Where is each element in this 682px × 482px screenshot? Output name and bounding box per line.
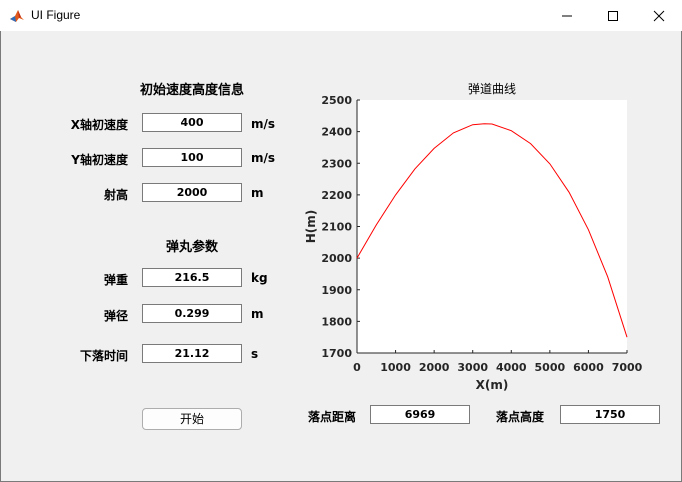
x-velocity-unit: m/s bbox=[251, 117, 276, 131]
velocity-section-title: 初始速度高度信息 bbox=[139, 83, 244, 98]
start-button[interactable]: 开始 bbox=[142, 408, 242, 430]
x-tick-label: 3000 bbox=[457, 361, 488, 374]
y-tick-label: 2200 bbox=[321, 189, 352, 202]
matlab-logo-icon bbox=[9, 8, 25, 24]
y-tick-label: 2400 bbox=[321, 126, 352, 139]
x-velocity-label: X轴初速度 bbox=[70, 118, 128, 132]
x-tick-label: 7000 bbox=[612, 361, 643, 374]
diameter-label: 弹径 bbox=[103, 309, 128, 323]
close-icon bbox=[653, 10, 665, 21]
height-label: 射高 bbox=[103, 188, 128, 202]
fall-time-field[interactable]: 21.12 bbox=[142, 344, 242, 363]
weight-unit: kg bbox=[251, 271, 268, 285]
title-bar: UI Figure bbox=[0, 0, 682, 31]
y-tick-label: 2500 bbox=[321, 94, 352, 107]
diameter-field[interactable]: 0.299 bbox=[142, 304, 242, 323]
fall-time-unit: s bbox=[251, 347, 259, 361]
y-tick-label: 1700 bbox=[321, 347, 352, 360]
x-tick-label: 6000 bbox=[573, 361, 604, 374]
diameter-unit: m bbox=[251, 307, 264, 321]
height-unit: m bbox=[251, 186, 264, 200]
y-tick-label: 1900 bbox=[321, 284, 352, 297]
y-axis-label: H(m) bbox=[304, 210, 318, 244]
fall-time-label: 下落时间 bbox=[79, 349, 128, 363]
x-tick-label: 2000 bbox=[419, 361, 450, 374]
maximize-button[interactable] bbox=[590, 0, 636, 31]
impact-distance-field[interactable]: 6969 bbox=[370, 405, 470, 424]
minimize-icon bbox=[562, 15, 572, 16]
y-velocity-label: Y轴初速度 bbox=[71, 153, 128, 167]
x-tick-label: 1000 bbox=[380, 361, 411, 374]
y-tick-label: 2000 bbox=[321, 252, 352, 265]
y-tick-label: 1800 bbox=[321, 315, 352, 328]
y-tick-label: 2300 bbox=[321, 157, 352, 170]
x-velocity-field[interactable]: 400 bbox=[142, 113, 242, 132]
close-button[interactable] bbox=[636, 0, 682, 31]
y-tick-label: 2100 bbox=[321, 221, 352, 234]
weight-label: 弹重 bbox=[103, 273, 128, 287]
x-tick-label: 4000 bbox=[496, 361, 527, 374]
impact-height-label: 落点高度 bbox=[495, 410, 544, 424]
trajectory-chart: 弹道曲线 0 1000 2000 3000 4000 5000 6000 7000 1700 180… bbox=[304, 82, 643, 392]
minimize-button[interactable] bbox=[544, 0, 590, 31]
projectile-section-title: 弹丸参数 bbox=[165, 240, 218, 255]
impact-distance-label: 落点距离 bbox=[307, 410, 356, 424]
window-title: UI Figure bbox=[31, 8, 81, 22]
x-tick-label: 5000 bbox=[535, 361, 566, 374]
weight-field[interactable]: 216.5 bbox=[142, 268, 242, 287]
maximize-icon bbox=[608, 10, 618, 21]
impact-height-field[interactable]: 1750 bbox=[560, 405, 660, 424]
height-field[interactable]: 2000 bbox=[142, 183, 242, 202]
y-velocity-field[interactable]: 100 bbox=[142, 148, 242, 167]
chart-title: 弹道曲线 bbox=[468, 82, 516, 96]
x-tick-label: 0 bbox=[353, 361, 361, 374]
y-velocity-unit: m/s bbox=[251, 151, 276, 165]
x-axis-label: X(m) bbox=[476, 378, 509, 392]
